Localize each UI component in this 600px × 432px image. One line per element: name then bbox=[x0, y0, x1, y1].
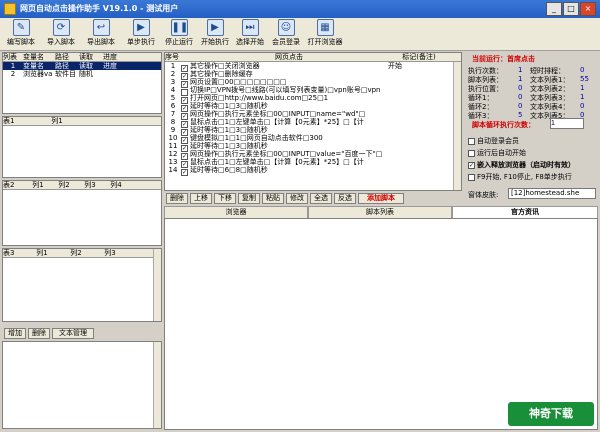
move-up-button[interactable]: 上移 bbox=[190, 193, 212, 204]
pause-icon: ❚❚ bbox=[170, 19, 188, 36]
table-row[interactable]: 7 ✓ 网页操作□执行元素坐标□00□INPUT□name="wd"□ bbox=[165, 110, 461, 120]
loop-count-input[interactable] bbox=[550, 118, 584, 129]
option-checkbox[interactable]: 运行后自动开始 bbox=[468, 148, 526, 158]
checkbox-box bbox=[468, 149, 475, 157]
import-script-button[interactable]: ⟳ 导入脚本 bbox=[42, 19, 80, 50]
stat-value: 55 bbox=[580, 75, 589, 83]
minimize-button[interactable]: _ bbox=[546, 2, 562, 16]
loop-count-label: 脚本循环执行次数： bbox=[472, 121, 535, 129]
tab-official-news[interactable]: 官方资讯 bbox=[452, 206, 598, 218]
checkbox-box: ✓ bbox=[468, 161, 475, 169]
table-row[interactable]: 2 ✓ 其它操作□删除缓存 bbox=[165, 70, 461, 80]
export-script-button[interactable]: ↩ 导出脚本 bbox=[82, 19, 120, 50]
stat-value: 5 bbox=[518, 111, 523, 119]
checkbox-box bbox=[468, 137, 475, 145]
table-row[interactable]: 10 ✓ 键盘模拟□1□1□网页自动点击软件□300 bbox=[165, 134, 461, 144]
member-login-button[interactable]: ☺ 会员登录 bbox=[268, 19, 304, 50]
play-icon: ▶ bbox=[206, 19, 224, 36]
stat-value: 1 bbox=[580, 84, 585, 92]
site-logo: 神奇下载 bbox=[508, 402, 594, 426]
select-start-button[interactable]: ⏭ 选择开始 bbox=[232, 19, 268, 50]
table-2[interactable]: 表2 列1 列2 列3 列4 bbox=[2, 180, 162, 246]
app-icon bbox=[4, 3, 16, 15]
stat-value: 1 bbox=[580, 93, 585, 101]
delete-script-button[interactable]: 删除 bbox=[166, 193, 188, 204]
close-button[interactable]: × bbox=[580, 2, 596, 16]
option-checkbox[interactable]: ✓ 嵌入释放浏览器（启动时有效） bbox=[468, 160, 575, 170]
tab-browser[interactable]: 浏览器 bbox=[164, 206, 308, 218]
table-row[interactable]: 1 ✓ 其它操作□关闭浏览器 开始 bbox=[165, 62, 461, 72]
move-down-button[interactable]: 下移 bbox=[214, 193, 236, 204]
stat-value: 0 bbox=[518, 102, 523, 110]
step-execute-button[interactable]: ▶ 单步执行 bbox=[122, 19, 160, 50]
table-row[interactable]: 9 ✓ 延时等待□1□3□随机秒 bbox=[165, 126, 461, 136]
table-row[interactable]: 4 切换IP□VPN拨号□线路(可以填写列表变量)□vpn账号□vpn bbox=[165, 86, 461, 96]
step-icon: ▶ bbox=[132, 19, 150, 36]
table-row[interactable]: 11 ✓ 延时等待□1□3□随机秒 bbox=[165, 142, 461, 152]
text-content-area[interactable] bbox=[2, 341, 162, 429]
open-browser-button[interactable]: ▦ 打开浏览器 bbox=[304, 19, 346, 50]
current-run-label: 当前运行：首席点击 bbox=[472, 55, 535, 63]
table-1[interactable]: 表1 列1 bbox=[2, 116, 162, 178]
title-bar: 网页自动点击操作助手 V19.1.0 - 测试用户 _ □ × bbox=[0, 0, 600, 18]
option-checkbox[interactable]: 自动登录会员 bbox=[468, 136, 519, 146]
table-3[interactable]: 表3 列1 列2 列3 bbox=[2, 248, 162, 322]
script-scrollbar[interactable] bbox=[453, 62, 461, 190]
window-title: 网页自动点击操作助手 V19.1.0 - 测试用户 bbox=[20, 4, 179, 13]
copy-button[interactable]: 复制 bbox=[238, 193, 260, 204]
row-checkbox[interactable]: ✓ bbox=[181, 168, 188, 176]
delete-text-button[interactable]: 删除 bbox=[28, 328, 50, 339]
import-icon: ⟳ bbox=[52, 19, 70, 36]
toolbar: ✎ 编写脚本 ⟳ 导入脚本 ↩ 导出脚本 ▶ 单步执行 ❚❚ 停止运行 ▶ 开始执行 ⏭ 选择… bbox=[0, 18, 600, 51]
option-checkbox[interactable]: F9开始, F10停止, F8单步执行 bbox=[468, 172, 572, 182]
skin-label: 窗体皮肤: bbox=[468, 191, 499, 199]
variable-list-table[interactable]: 列表 变量名 路径 读取 进度 1 变量名 路径 读取 进度 2 浏览器va 软件目 随机 bbox=[2, 52, 162, 114]
stat-value: 0 bbox=[518, 84, 523, 92]
maximize-button[interactable]: □ bbox=[563, 2, 579, 16]
stat-value: 1 bbox=[518, 75, 523, 83]
table-3-scrollbar[interactable] bbox=[153, 249, 161, 321]
browser-icon: ▦ bbox=[316, 19, 334, 36]
table-row[interactable]: 14 ✓ 延时等待□6□8□随机秒 bbox=[165, 166, 461, 176]
checkbox-box bbox=[468, 173, 475, 181]
stat-value: 0 bbox=[580, 66, 585, 74]
table-row[interactable]: 5 ✓ 打开网页□http://www.baidu.com□25□1 bbox=[165, 94, 461, 104]
script-rows: 1 ✓ 其它操作□关闭浏览器 开始 2 ✓ 其它操作□删除缓存 3 ✓ 网页设置□00□□□□□□… bbox=[165, 62, 461, 176]
table-row[interactable]: 1 变量名 路径 读取 进度 bbox=[3, 62, 161, 70]
news-content-panel bbox=[164, 218, 598, 430]
skip-icon: ⏭ bbox=[241, 19, 259, 36]
skin-select[interactable]: [12]homestead.she bbox=[508, 188, 596, 199]
edit-icon: ✎ bbox=[12, 19, 30, 36]
status-panel: 当前运行：首席点击 执行次数： 1 短时排程： 0 脚本列表： 1 文本列表1： 55 执行位置… bbox=[464, 52, 598, 204]
start-button[interactable]: ▶ 开始执行 bbox=[198, 19, 232, 50]
content-tabbar: 浏览器 脚本列表 官方资讯 bbox=[164, 206, 598, 218]
table-row[interactable]: 12 ✓ 网页操作□执行元素坐标□00□INPUT□value="百度一下"□ bbox=[165, 150, 461, 160]
export-icon: ↩ bbox=[92, 19, 110, 36]
text-scrollbar[interactable] bbox=[153, 342, 161, 428]
table-row[interactable]: 3 ✓ 网页设置□00□□□□□□□□ bbox=[165, 78, 461, 88]
user-icon: ☺ bbox=[277, 19, 295, 36]
stat-value: 0 bbox=[580, 102, 585, 110]
tab-script-list[interactable]: 脚本列表 bbox=[308, 206, 452, 218]
modify-button[interactable]: 修改 bbox=[286, 193, 308, 204]
write-script-button[interactable]: ✎ 编写脚本 bbox=[2, 19, 40, 50]
add-script-button[interactable]: 添加脚本 bbox=[358, 193, 404, 204]
text-manage-button[interactable]: 文本管理 bbox=[52, 328, 94, 339]
table-row[interactable]: 2 浏览器va 软件目 随机 bbox=[3, 70, 161, 78]
stat-value: 0 bbox=[518, 93, 523, 101]
table-row[interactable]: 6 ✓ 延时等待□1□3□随机秒 bbox=[165, 102, 461, 112]
stop-button[interactable]: ❚❚ 停止运行 bbox=[160, 19, 198, 50]
select-all-button[interactable]: 全选 bbox=[310, 193, 332, 204]
table-row[interactable]: 8 ✓ 鼠标点击□1□左键单击□【计算【0元素】*25】□【计 bbox=[165, 118, 461, 128]
paste-button[interactable]: 粘贴 bbox=[262, 193, 284, 204]
add-button[interactable]: 增加 bbox=[4, 328, 26, 339]
table-row[interactable]: 13 ✓ 鼠标点击□1□左键单击□【计算【0元素】*25】□【计 bbox=[165, 158, 461, 168]
stat-value: 1 bbox=[518, 66, 523, 74]
invert-selection-button[interactable]: 反选 bbox=[334, 193, 356, 204]
script-table[interactable]: 序号 网页点击 标记(备注) 1 ✓ 其它操作□关闭浏览器 开始 2 ✓ 其它操作□删除缓存 3 ✓… bbox=[164, 52, 462, 191]
